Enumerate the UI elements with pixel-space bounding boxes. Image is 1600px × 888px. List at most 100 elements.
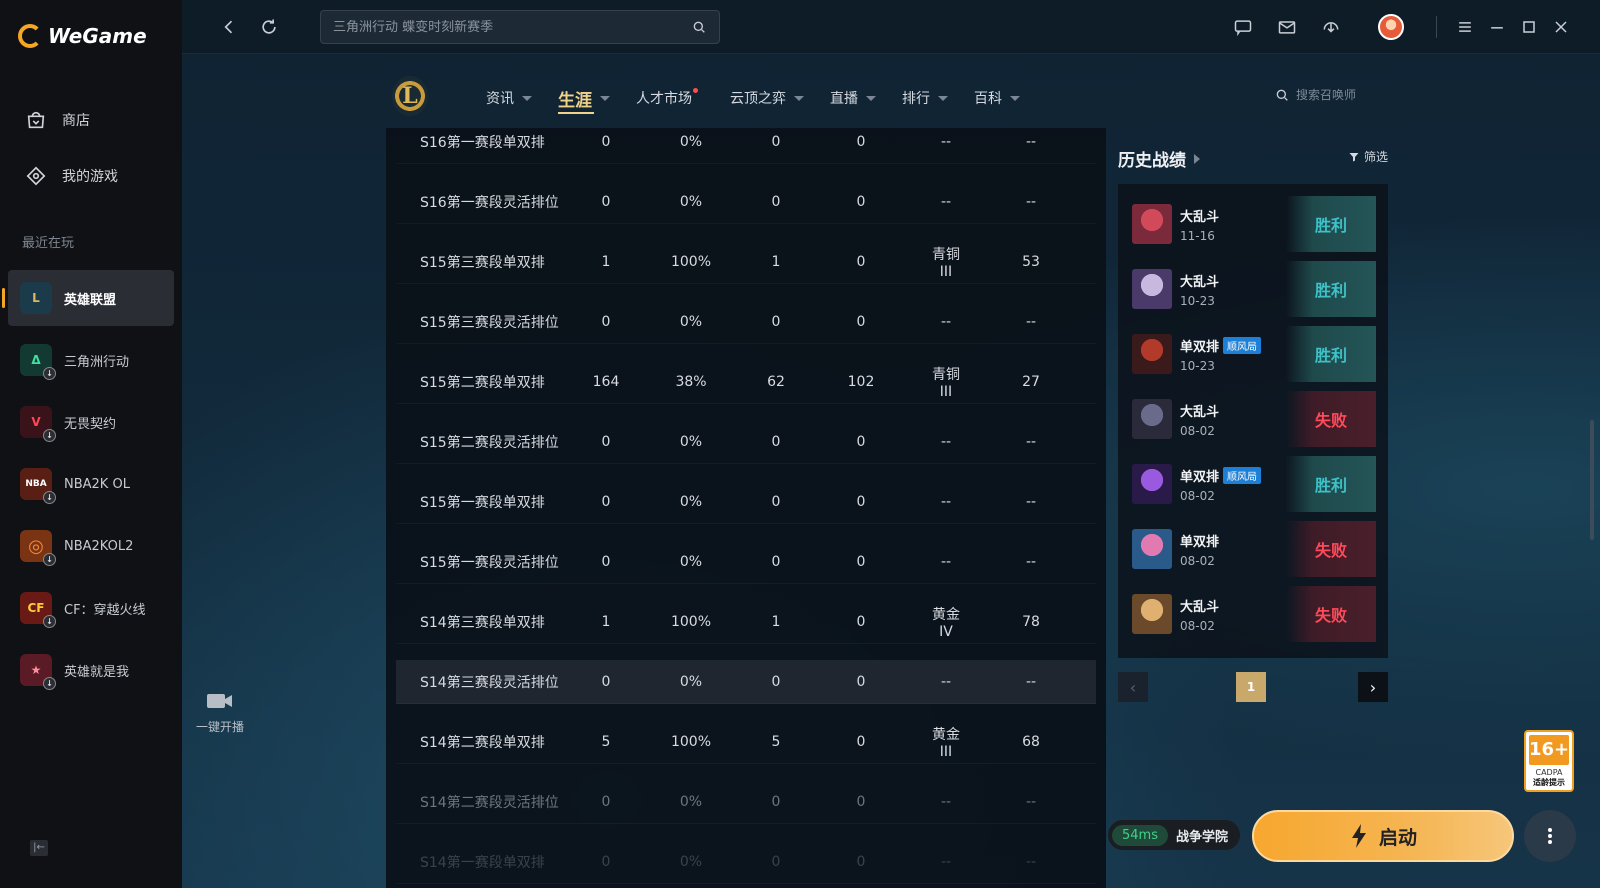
cell: 0%: [679, 433, 703, 450]
cell: 0: [601, 853, 611, 870]
cell: 53: [1022, 253, 1040, 270]
table-row[interactable]: S14第一赛段单双排 0 0% 0 0 -- --: [396, 840, 1096, 884]
cell: 1: [771, 253, 781, 270]
cell: 0: [771, 133, 781, 150]
match-item[interactable]: 大乱斗 10-23 胜利: [1132, 261, 1376, 317]
nav-tab-news[interactable]: 资讯: [486, 80, 532, 116]
game-item-label: CF：穿越火线: [64, 602, 146, 618]
game-item-crossfire[interactable]: CF ↓ CF：穿越火线: [8, 580, 174, 636]
filter-button[interactable]: 筛选: [1348, 148, 1388, 165]
cell: --: [1025, 133, 1037, 150]
lol-logo[interactable]: L: [392, 76, 428, 116]
age-rating-number: 16+: [1529, 735, 1569, 765]
recent-label: 最近在玩: [22, 236, 75, 251]
match-history-title[interactable]: 历史战绩: [1118, 146, 1200, 171]
champion-avatar: [1132, 399, 1172, 439]
summoner-search[interactable]: 搜索召唤师: [1274, 86, 1356, 103]
close-icon[interactable]: [1548, 14, 1574, 40]
download-manager-icon[interactable]: [1318, 14, 1344, 40]
match-date: 08-02: [1180, 488, 1215, 503]
server-selector[interactable]: 54ms 战争学院: [1108, 820, 1240, 850]
nav-tab-tft[interactable]: 云顶之弈: [730, 80, 804, 116]
cell: 0: [771, 493, 781, 510]
match-item[interactable]: 单双排 08-02 失败: [1132, 521, 1376, 577]
game-item-nba2k-ol[interactable]: NBA ↓ NBA2K OL: [8, 456, 174, 512]
table-row[interactable]: S15第二赛段单双排 164 38% 62 102 青铜 III 27: [396, 360, 1096, 404]
match-item[interactable]: 大乱斗 08-02 失败: [1132, 586, 1376, 642]
nav-tab-wiki[interactable]: 百科: [974, 80, 1020, 116]
season-name: S14第二赛段单双排: [420, 734, 545, 751]
global-search-input[interactable]: [333, 19, 691, 35]
table-row[interactable]: S14第三赛段单双排 1 100% 1 0 黄金 IV 78: [396, 600, 1096, 644]
cell: --: [940, 433, 952, 450]
cell: 100%: [670, 613, 712, 630]
minimize-icon[interactable]: [1484, 14, 1510, 40]
cell: 0: [771, 673, 781, 690]
page-number-button[interactable]: 1: [1236, 672, 1266, 702]
next-page-button[interactable]: ›: [1358, 672, 1388, 702]
cell: --: [1025, 193, 1037, 210]
wegame-logo[interactable]: WeGame: [18, 24, 147, 48]
cell: 0: [771, 193, 781, 210]
cell: 0: [856, 133, 866, 150]
collapse-sidebar-icon[interactable]: |←: [30, 840, 48, 856]
mail-icon[interactable]: [1274, 14, 1300, 40]
nav-tab-ranking[interactable]: 排行: [902, 80, 948, 116]
cell: 0: [601, 133, 611, 150]
chat-icon[interactable]: [1230, 14, 1256, 40]
page-scrollbar[interactable]: [1590, 420, 1594, 540]
sidebar-item-store[interactable]: 商店: [8, 92, 174, 148]
match-item[interactable]: 大乱斗 08-02 失败: [1132, 391, 1376, 447]
maximize-icon[interactable]: [1516, 14, 1542, 40]
match-item[interactable]: 单双排 顺风局 10-23 胜利: [1132, 326, 1376, 382]
sidebar-item-my-games[interactable]: 我的游戏: [8, 148, 174, 204]
cell: --: [940, 133, 952, 150]
search-icon[interactable]: [691, 19, 707, 35]
game-item-hero-is-me[interactable]: ★ ↓ 英雄就是我: [8, 642, 174, 698]
cell: 0: [856, 733, 866, 750]
nav-tab-live[interactable]: 直播: [830, 80, 876, 116]
back-icon[interactable]: [216, 14, 242, 40]
table-row[interactable]: S15第二赛段灵活排位 0 0% 0 0 -- --: [396, 420, 1096, 464]
nav-tab-career[interactable]: 生涯: [558, 80, 610, 116]
table-row[interactable]: S15第三赛段灵活排位 0 0% 0 0 -- --: [396, 300, 1096, 344]
match-result: 失败: [1286, 521, 1376, 577]
one-click-live-button[interactable]: 一键开播: [190, 690, 250, 735]
cell: 0: [601, 313, 611, 330]
download-icon: ↓: [43, 367, 56, 380]
game-item-lol[interactable]: L 英雄联盟: [2, 270, 174, 326]
match-item[interactable]: 大乱斗 11-16 胜利: [1132, 196, 1376, 252]
game-item-valorant[interactable]: V ↓ 无畏契约: [8, 394, 174, 450]
more-options-button[interactable]: [1524, 810, 1576, 862]
global-search-box[interactable]: [320, 10, 720, 44]
prev-page-button[interactable]: ‹: [1118, 672, 1148, 702]
match-item[interactable]: 单双排 顺风局 08-02 胜利: [1132, 456, 1376, 512]
wegame-logo-icon: [18, 24, 42, 48]
match-history-list: 大乱斗 11-16 胜利 大乱斗 10-23 胜利 单双排 顺风局 10-23 胜…: [1118, 184, 1388, 658]
table-row[interactable]: S16第一赛段单双排 0 0% 0 0 -- --: [396, 128, 1096, 164]
table-row[interactable]: S14第三赛段灵活排位 0 0% 0 0 -- --: [396, 660, 1096, 704]
table-row[interactable]: S15第一赛段单双排 0 0% 0 0 -- --: [396, 480, 1096, 524]
age-rating-badge[interactable]: 16+ CADPA 适龄提示: [1524, 730, 1574, 792]
nav-tab-talent-market[interactable]: 人才市场: [636, 80, 698, 116]
cell: 0: [771, 433, 781, 450]
table-row[interactable]: S15第三赛段单双排 1 100% 1 0 青铜 III 53: [396, 240, 1096, 284]
game-item-delta-force[interactable]: Δ ↓ 三角洲行动: [8, 332, 174, 388]
refresh-icon[interactable]: [256, 14, 282, 40]
age-rating-org: CADPA: [1535, 768, 1563, 777]
table-row[interactable]: S15第一赛段灵活排位 0 0% 0 0 -- --: [396, 540, 1096, 584]
table-row[interactable]: S14第二赛段单双排 5 100% 5 0 黄金 III 68: [396, 720, 1096, 764]
user-avatar[interactable]: [1378, 14, 1404, 40]
table-row[interactable]: S14第二赛段灵活排位 0 0% 0 0 -- --: [396, 780, 1096, 824]
valorant-game-icon: V ↓: [20, 406, 56, 442]
game-item-label: 英雄就是我: [64, 664, 130, 680]
match-mode: 单双排: [1180, 339, 1220, 355]
hero-game-icon: ★ ↓: [20, 654, 56, 690]
launch-button[interactable]: 启动: [1252, 810, 1514, 862]
menu-icon[interactable]: [1452, 14, 1478, 40]
game-item-nba2kol2[interactable]: ◎ ↓ NBA2KOL2: [8, 518, 174, 574]
cell: 0%: [679, 673, 703, 690]
cell: 0: [856, 193, 866, 210]
match-date: 10-23: [1180, 358, 1215, 373]
table-row[interactable]: S16第一赛段灵活排位 0 0% 0 0 -- --: [396, 180, 1096, 224]
